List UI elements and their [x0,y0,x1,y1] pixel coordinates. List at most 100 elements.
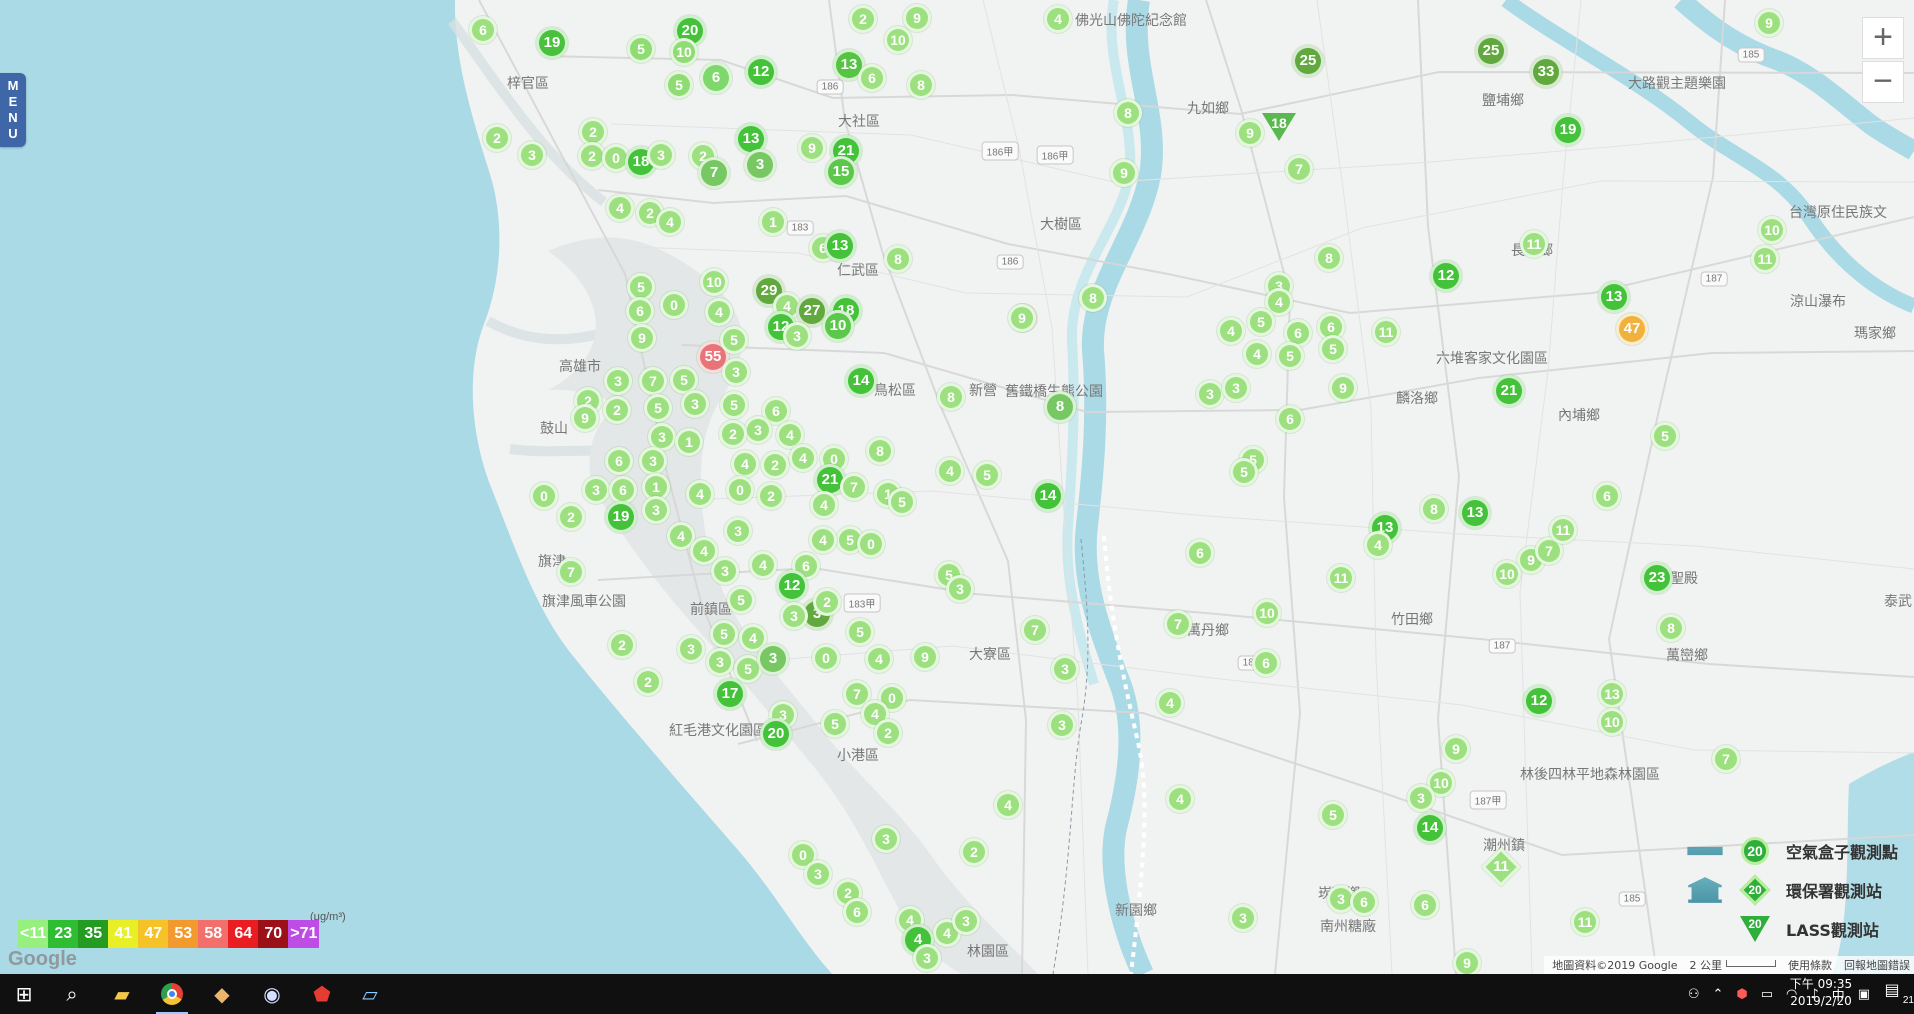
air-quality-marker-m81[interactable]: 4 [686,480,714,508]
air-quality-marker-m148[interactable]: 7 [1021,616,1049,644]
air-quality-marker-m48[interactable]: 9 [628,324,656,352]
air-quality-marker-m204[interactable]: 7 [1285,155,1313,183]
air-quality-marker-m202[interactable]: 9 [1236,119,1264,147]
air-quality-marker-m197[interactable]: 25 [1292,45,1324,77]
notepad-app-icon[interactable]: ▱ [346,974,394,1014]
air-quality-marker-m45[interactable]: 0 [660,291,688,319]
air-quality-marker-m194[interactable]: 5 [1276,342,1304,370]
air-quality-marker-m52[interactable]: 3 [722,358,750,386]
air-quality-marker-m36[interactable]: 8 [884,245,912,273]
air-quality-marker-m35[interactable]: 13 [824,230,856,262]
air-quality-marker-m155[interactable]: 4 [1166,785,1194,813]
air-quality-marker-m169[interactable]: 13 [1459,497,1491,529]
air-quality-marker-m125[interactable]: 2 [874,719,902,747]
air-quality-marker-m101[interactable]: 7 [557,558,585,586]
air-quality-marker-m144[interactable]: 5 [973,461,1001,489]
air-quality-marker-m69[interactable]: 1 [675,428,703,456]
air-quality-marker-m53[interactable]: 3 [604,367,632,395]
air-quality-marker-m219[interactable]: 9 [1453,949,1481,974]
air-quality-marker-m190[interactable]: 5 [1247,308,1275,336]
air-quality-marker-m1[interactable]: 6 [469,16,497,44]
air-quality-marker-m215[interactable]: 6 [1411,891,1439,919]
air-quality-marker-m74[interactable]: 4 [789,444,817,472]
air-quality-marker-m89[interactable]: 19 [605,501,637,533]
air-quality-marker-m88[interactable]: 2 [557,503,585,531]
air-quality-marker-m2[interactable]: 19 [536,27,568,59]
air-quality-marker-m172[interactable]: 11 [1549,516,1577,544]
air-quality-marker-m151[interactable]: 9 [1110,159,1138,187]
air-quality-marker-m141[interactable]: 8 [1079,284,1107,312]
air-quality-marker-m13[interactable]: 6 [858,64,886,92]
air-quality-marker-m79[interactable]: 6 [609,476,637,504]
air-quality-marker-m152[interactable]: 8 [1114,99,1142,127]
air-quality-marker-m184[interactable]: 10 [1758,216,1786,244]
air-quality-marker-m175[interactable]: 23 [1641,562,1673,594]
air-quality-marker-m46[interactable]: 6 [626,297,654,325]
air-quality-marker-m186[interactable]: 8 [1315,244,1343,272]
air-quality-marker-m140[interactable]: 9 [1008,304,1036,332]
air-quality-marker-m208[interactable]: 7 [1712,745,1740,773]
air-quality-marker-m201[interactable]: 9 [1755,9,1783,37]
air-quality-marker-m176[interactable]: 8 [1657,614,1685,642]
air-quality-marker-m26[interactable]: 3 [744,149,776,181]
map-data-credit[interactable]: 地圖資料©2019 Google [1552,957,1677,973]
air-quality-marker-m136[interactable]: 3 [913,944,941,972]
air-quality-marker-m134[interactable]: 3 [952,907,980,935]
air-quality-marker-m164[interactable]: 6 [1252,649,1280,677]
air-quality-marker-m159[interactable]: 6 [1276,405,1304,433]
air-quality-marker-m130[interactable]: 6 [843,898,871,926]
chrome-browser-icon[interactable] [148,974,196,1014]
air-quality-marker-m128[interactable]: 3 [804,860,832,888]
air-quality-marker-m86[interactable]: 5 [888,488,916,516]
air-quality-marker-m29[interactable]: 15 [825,156,857,188]
air-quality-marker-m205[interactable]: 13 [1598,680,1626,708]
air-quality-marker-m158[interactable]: 3 [1222,374,1250,402]
air-quality-marker-m7[interactable]: 6 [700,62,732,94]
air-quality-marker-m173[interactable]: 6 [1593,482,1621,510]
air-quality-marker-m123[interactable]: 5 [821,710,849,738]
air-quality-marker-m87[interactable]: 0 [530,482,558,510]
air-quality-marker-m66[interactable]: 2 [719,420,747,448]
air-quality-marker-m62[interactable]: 3 [681,390,709,418]
air-quality-marker-m61[interactable]: 5 [644,394,672,422]
sticker-app-icon[interactable]: ◆ [198,974,246,1014]
menu-tab[interactable]: MENU [0,73,26,147]
air-quality-marker-m153[interactable]: 6 [1186,539,1214,567]
air-quality-marker-m163[interactable]: 10 [1253,599,1281,627]
air-quality-marker-m165[interactable]: 11 [1327,564,1355,592]
air-quality-marker-m199[interactable]: 33 [1530,56,1562,88]
air-quality-marker-m72[interactable]: 4 [731,450,759,478]
air-quality-marker-m211[interactable]: 3 [1407,784,1435,812]
air-quality-marker-m209[interactable]: 9 [1442,735,1470,763]
air-quality-marker-m150[interactable]: 3 [1048,711,1076,739]
air-quality-marker-m10[interactable]: 2 [849,5,877,33]
air-quality-marker-m108[interactable]: 3 [780,602,808,630]
air-quality-marker-m70[interactable]: 6 [605,447,633,475]
air-quality-marker-m116[interactable]: 9 [911,643,939,671]
air-quality-marker-m182[interactable]: 13 [1598,281,1630,313]
taskbar-clock[interactable]: 下午 09:35 2019/2/20 [1778,976,1864,1010]
air-quality-marker-m206[interactable]: 10 [1598,708,1626,736]
air-quality-marker-m198[interactable]: 25 [1475,35,1507,67]
air-quality-marker-m5[interactable]: 10 [670,38,698,66]
air-quality-marker-m131[interactable]: 3 [872,825,900,853]
air-quality-marker-m8[interactable]: 12 [745,56,777,88]
air-quality-marker-m63[interactable]: 5 [720,391,748,419]
air-quality-marker-m118[interactable]: 2 [634,668,662,696]
air-quality-marker-m73[interactable]: 2 [761,451,789,479]
air-quality-marker-m203[interactable]: 18 [1262,113,1296,141]
air-quality-marker-m83[interactable]: 2 [757,482,785,510]
air-quality-marker-m161[interactable]: 5 [1230,458,1258,486]
air-quality-marker-m59[interactable]: 2 [603,396,631,424]
air-quality-marker-m183[interactable]: 47 [1616,313,1648,345]
air-quality-marker-m180[interactable]: 12 [1430,260,1462,292]
air-quality-marker-m109[interactable]: 5 [846,618,874,646]
air-quality-marker-m177[interactable]: 5 [1651,422,1679,450]
air-quality-marker-m137[interactable]: 2 [960,838,988,866]
air-quality-marker-m102[interactable]: 12 [776,570,808,602]
air-quality-marker-m22[interactable]: 3 [647,141,675,169]
air-quality-marker-m119[interactable]: 17 [714,678,746,710]
air-quality-marker-m56[interactable]: 14 [845,365,877,397]
air-quality-marker-m38[interactable]: 10 [700,268,728,296]
air-quality-marker-m162[interactable]: 7 [1164,610,1192,638]
